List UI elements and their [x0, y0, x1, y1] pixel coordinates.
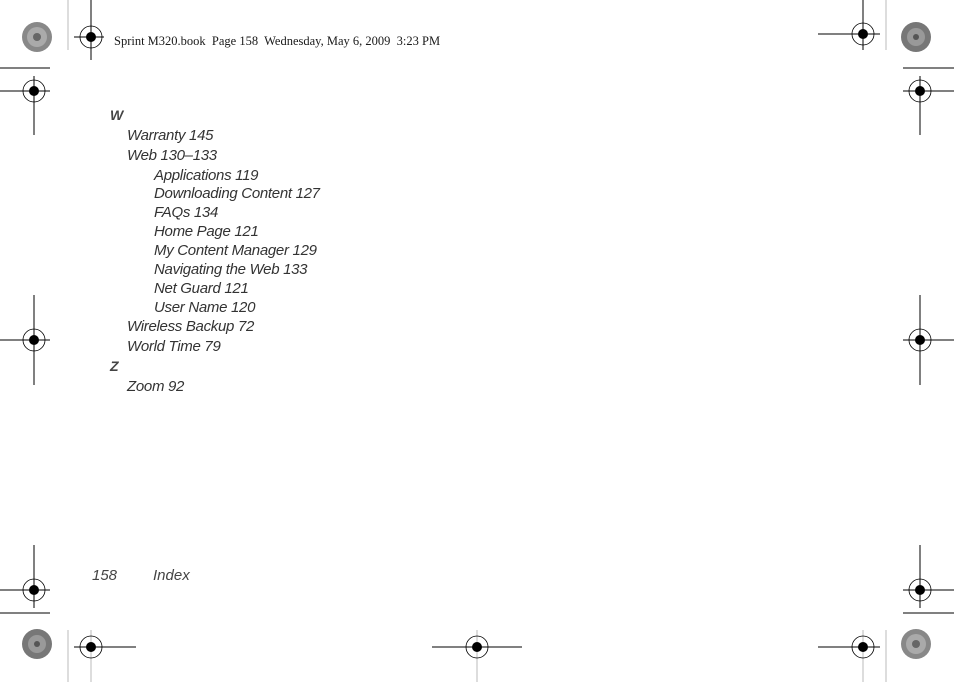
index-subentry: Navigating the Web 133	[154, 261, 308, 278]
print-info-header: Sprint M320.book Page 158 Wednesday, May…	[114, 34, 441, 48]
starburst-icon-bottom-right	[901, 629, 931, 659]
index-subentry: Home Page 121	[154, 223, 259, 240]
registration-mark-icon-bottom-center	[432, 630, 522, 682]
registration-mark-icon-left-upper	[0, 67, 50, 135]
index-entry: Web 130–133	[127, 147, 217, 164]
index-subentry: Applications 119	[154, 167, 259, 184]
starburst-icon-top-right	[901, 22, 931, 52]
index-subentry: Net Guard 121	[154, 280, 249, 297]
index-subentry: FAQs 134	[154, 204, 219, 221]
index-subentry: My Content Manager 129	[154, 242, 317, 259]
index-entry: World Time 79	[127, 338, 221, 355]
starburst-icon-bottom-left	[22, 629, 52, 659]
registration-mark-icon-bottom-right	[818, 630, 880, 682]
registration-mark-icon-top-right	[818, 0, 880, 50]
page-number: 158	[92, 567, 118, 584]
registration-mark-icon-right-middle	[903, 295, 954, 385]
index-subentry: Downloading Content 127	[154, 185, 320, 202]
index-subentry: User Name 120	[154, 299, 256, 316]
starburst-icon-top-left	[22, 22, 52, 52]
index-entry: Zoom 92	[127, 378, 185, 395]
registration-mark-icon-top	[74, 0, 104, 60]
index-letter-z: Z	[110, 358, 119, 374]
registration-mark-icon-bottom-left	[74, 630, 136, 682]
index-entry: Warranty 145	[127, 127, 214, 144]
section-title: Index	[153, 567, 190, 584]
index-entry: Wireless Backup 72	[127, 318, 255, 335]
registration-mark-icon-right-lower	[903, 545, 954, 614]
registration-mark-icon-right-upper	[903, 67, 954, 135]
registration-mark-icon-left-lower	[0, 545, 50, 614]
registration-mark-icon-left-middle	[0, 295, 50, 385]
index-letter-w: W	[110, 107, 123, 123]
